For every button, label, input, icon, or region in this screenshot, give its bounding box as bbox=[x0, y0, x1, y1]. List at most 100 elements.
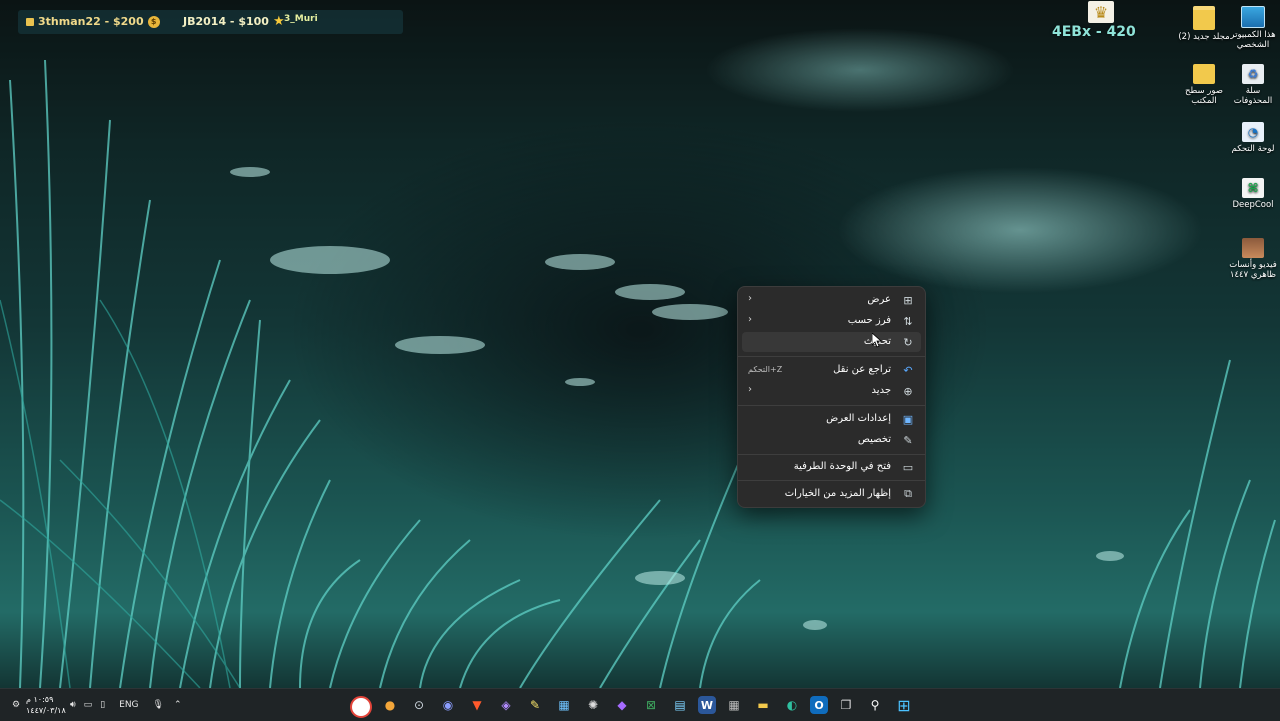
pen-icon: ✎ bbox=[903, 433, 913, 447]
desktop-icon-desktop-pictures[interactable]: صور سطح المكتب bbox=[1177, 64, 1231, 106]
language-indicator[interactable]: ENG bbox=[119, 700, 138, 710]
terminal-icon: ▭ bbox=[902, 460, 914, 474]
system-tray: ⚙ bbox=[8, 689, 24, 721]
folder-icon bbox=[1193, 6, 1215, 30]
chevron-left-icon: ‹ bbox=[748, 314, 752, 325]
desktop-icon-recycle-bin[interactable]: ♻ سلة المحذوفات bbox=[1226, 64, 1280, 106]
menu-item-new[interactable]: ⊕ جديد ‹ bbox=[742, 381, 921, 401]
leaderboard-entry-text: 3thman22 - $200 bbox=[38, 15, 144, 28]
xbox-icon[interactable]: ⊠ bbox=[640, 694, 662, 716]
desktop-icon-label: صور سطح المكتب bbox=[1185, 86, 1223, 106]
desktop-icon-image-file[interactable]: فيديو وأنسات ظاهري ١٤٤٧ bbox=[1226, 238, 1280, 280]
plus-circle-icon: ⊕ bbox=[903, 384, 913, 398]
word-icon[interactable]: W bbox=[698, 696, 716, 714]
obsidian-icon[interactable]: ◆ bbox=[611, 694, 633, 716]
desktop-icon-control-panel[interactable]: ◔ لوحة التحكم bbox=[1226, 122, 1280, 154]
taskbar-clock[interactable]: ١٠:٥٩ م ١٤٤٧/٠٣/١٨ bbox=[26, 694, 66, 716]
computer-icon bbox=[1241, 6, 1265, 28]
recycle-bin-icon: ♻ bbox=[1242, 64, 1264, 84]
discord-icon[interactable]: ◉ bbox=[437, 694, 459, 716]
menu-divider bbox=[738, 356, 925, 357]
top-right-score: 4EBx - 420 bbox=[1052, 24, 1136, 40]
taskbar: ⚙ ١٠:٥٩ م ١٤٤٧/٠٣/١٨ 🔊︎ ▭ ▯ ENG 🎙︎ ⌃ ● ⊙… bbox=[0, 688, 1280, 721]
image-file-icon bbox=[1242, 238, 1264, 258]
desktop-context-menu: ⊞ عرض ‹ ⇅ فرز حسب ‹ ↻ تحديث ↶ تراجع عن ن… bbox=[737, 286, 926, 508]
emulator-icon[interactable]: ◈ bbox=[495, 694, 517, 716]
menu-item-label: فتح في الوحدة الطرفية bbox=[793, 461, 891, 472]
chevron-left-icon: ‹ bbox=[748, 293, 752, 304]
speaker-icon[interactable]: 🔊︎ bbox=[70, 700, 76, 710]
leaderboard-entry: JB2014 - $100 ★ bbox=[183, 13, 285, 29]
notepad-icon[interactable]: ▤ bbox=[669, 694, 691, 716]
battery-icon[interactable]: ▯ bbox=[100, 700, 105, 710]
menu-item-sort-by[interactable]: ⇅ فرز حسب ‹ bbox=[742, 311, 921, 331]
desktop-icon-label: مجلد جديد (2) bbox=[1178, 32, 1230, 42]
outlook-icon[interactable]: O bbox=[810, 696, 828, 714]
star-icon: ★ bbox=[272, 13, 285, 29]
brave-icon[interactable]: ▼ bbox=[466, 694, 488, 716]
network-icon[interactable]: ▭ bbox=[84, 700, 93, 710]
tray-icons: 🔊︎ ▭ ▯ ENG 🎙︎ ⌃ bbox=[66, 689, 186, 721]
menu-item-label: عرض bbox=[867, 294, 891, 305]
leaderboard-overlay: 3thman22 - $200 $ JB2014 - $100 ★ 3_Muri bbox=[18, 10, 403, 34]
desktop-icon-label: سلة المحذوفات bbox=[1233, 86, 1273, 106]
display-settings-icon: ▣ bbox=[902, 412, 914, 426]
microphone-icon[interactable]: 🎙︎ bbox=[153, 700, 164, 710]
chevron-up-icon[interactable]: ⌃ bbox=[174, 700, 182, 710]
menu-item-refresh[interactable]: ↻ تحديث bbox=[742, 332, 921, 352]
calculator-icon[interactable]: ▦ bbox=[723, 694, 745, 716]
folder-icon bbox=[1193, 64, 1215, 84]
menu-item-label: جديد bbox=[871, 385, 891, 396]
mouse-cursor-icon bbox=[872, 333, 882, 348]
refresh-icon: ↻ bbox=[903, 335, 913, 349]
undo-icon: ↶ bbox=[903, 363, 913, 377]
file-explorer-icon[interactable]: ▬ bbox=[752, 694, 774, 716]
desktop-icon-new-folder[interactable]: مجلد جديد (2) bbox=[1177, 6, 1231, 42]
crown-icon: ♛ bbox=[1088, 1, 1114, 23]
desktop-icon-deepcool[interactable]: ⌘ DeepCool bbox=[1226, 178, 1280, 210]
steam-icon[interactable]: ⊙ bbox=[408, 694, 430, 716]
menu-divider bbox=[738, 454, 925, 455]
wallpaper bbox=[0, 59, 1276, 688]
edge-icon[interactable]: ◐ bbox=[781, 694, 803, 716]
menu-item-label: تخصيص bbox=[857, 434, 891, 445]
leaderboard-entry: 3thman22 - $200 $ bbox=[26, 15, 160, 28]
chip-icon bbox=[26, 17, 34, 26]
chrome-icon[interactable] bbox=[350, 696, 372, 718]
store-icon[interactable]: ▦ bbox=[553, 694, 575, 716]
menu-item-open-terminal[interactable]: ▭ فتح في الوحدة الطرفية bbox=[742, 457, 921, 477]
menu-item-display-settings[interactable]: ▣ إعدادات العرض bbox=[742, 409, 921, 429]
start-icon[interactable]: ⊞ bbox=[893, 694, 915, 716]
menu-item-undo-move[interactable]: ↶ تراجع عن نقل التحكم+Z bbox=[742, 360, 921, 380]
menu-item-label: فرز حسب bbox=[847, 315, 891, 326]
paint-icon[interactable]: ● bbox=[379, 694, 401, 716]
grid-icon: ⊞ bbox=[903, 293, 913, 307]
chatgpt-icon[interactable]: ✺ bbox=[582, 694, 604, 716]
leaderboard-entry: 3_Muri bbox=[284, 14, 318, 24]
desktop-icon-label: لوحة التحكم bbox=[1231, 144, 1275, 154]
menu-item-show-more-options[interactable]: ⧉ إظهار المزيد من الخيارات bbox=[742, 484, 921, 504]
dollar-coin-icon: $ bbox=[147, 15, 160, 28]
desktop-icon-this-pc[interactable]: هذا الكمبيوتر الشخصي bbox=[1226, 6, 1280, 50]
taskbar-apps: ● ⊙ ◉ ▼ ◈ ✎ ▦ ✺ ◆ ⊠ ▤ W ▦ ▬ ◐ O ❐ ⚲ ⊞ bbox=[350, 694, 915, 718]
search-icon[interactable]: ⚲ bbox=[864, 694, 886, 716]
menu-divider bbox=[738, 405, 925, 406]
more-options-icon: ⧉ bbox=[904, 487, 912, 500]
control-panel-icon: ◔ bbox=[1242, 122, 1264, 142]
notification-settings-icon[interactable]: ⚙ bbox=[12, 700, 20, 710]
menu-item-label: تراجع عن نقل bbox=[833, 364, 891, 375]
menu-item-label: إظهار المزيد من الخيارات bbox=[784, 488, 891, 499]
task-view-icon[interactable]: ❐ bbox=[835, 694, 857, 716]
menu-item-personalize[interactable]: ✎ تخصيص bbox=[742, 430, 921, 450]
menu-divider bbox=[738, 480, 925, 481]
menu-item-shortcut: التحكم+Z bbox=[748, 365, 783, 374]
desktop-icon-label: هذا الكمبيوتر الشخصي bbox=[1230, 30, 1276, 50]
chevron-left-icon: ‹ bbox=[748, 384, 752, 395]
deepcool-icon: ⌘ bbox=[1242, 178, 1264, 198]
notes-icon[interactable]: ✎ bbox=[524, 694, 546, 716]
leaderboard-entry-text: JB2014 - $100 bbox=[183, 15, 269, 28]
clock-date: ١٤٤٧/٠٣/١٨ bbox=[26, 706, 66, 715]
menu-item-view[interactable]: ⊞ عرض ‹ bbox=[742, 290, 921, 310]
menu-item-label: إعدادات العرض bbox=[826, 413, 891, 424]
leaderboard-entry-text: 3_Muri bbox=[284, 14, 318, 24]
